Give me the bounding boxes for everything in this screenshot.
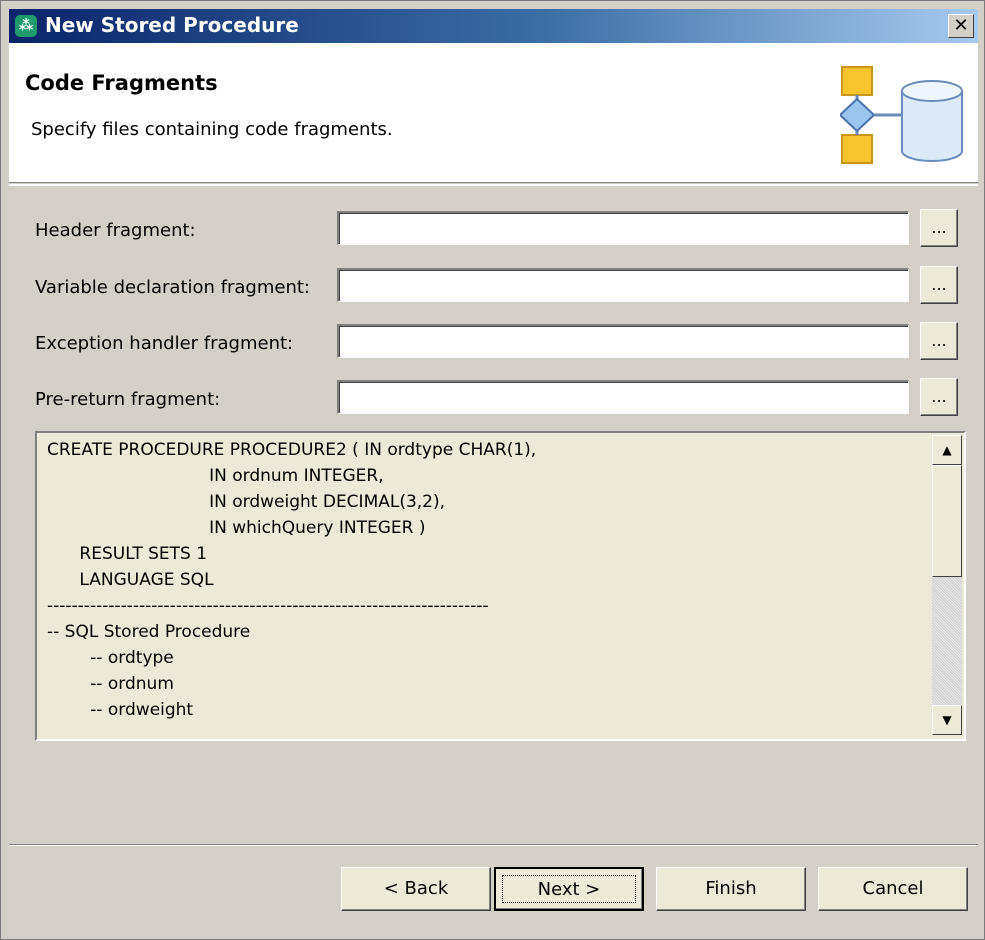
pre-return-fragment-label: Pre-return fragment: [35,389,221,410]
code-preview[interactable]: CREATE PROCEDURE PROCEDURE2 ( IN ordtype… [35,431,966,741]
code-line: -- ordtype [47,648,174,668]
footer-separator [9,844,978,846]
code-line: ----------------------------------------… [47,596,489,616]
wizard-header: Code Fragments Specify files containing … [9,43,978,183]
finish-button-label: Finish [705,878,757,899]
exception-handler-fragment-label: Exception handler fragment: [35,333,294,354]
exception-handler-fragment-input[interactable] [337,324,909,358]
variable-declaration-fragment-input[interactable] [337,268,909,302]
header-fragment-input[interactable] [337,211,909,245]
stored-procedure-wizard-icon [840,66,963,164]
code-line: -- SQL Stored Procedure [47,622,251,642]
code-preview-text: CREATE PROCEDURE PROCEDURE2 ( IN ordtype… [47,437,536,723]
code-line: IN ordnum INTEGER, [47,466,384,486]
title-bar[interactable]: ⁂ New Stored Procedure ✕ [9,9,978,43]
code-line: -- ordnum [47,674,174,694]
close-button[interactable]: ✕ [948,14,974,38]
next-button-label: Next > [537,879,601,900]
header-fragment-browse-button[interactable]: ... [920,209,958,247]
header-fragment-label: Header fragment: [35,220,196,241]
code-line: LANGUAGE SQL [47,570,214,590]
app-icon: ⁂ [15,15,37,37]
exception-handler-fragment-browse-button[interactable]: ... [920,322,958,360]
pre-return-fragment-input[interactable] [337,380,909,414]
header-separator [9,184,978,186]
scrollbar-thumb[interactable] [932,465,962,577]
back-button[interactable]: < Back [341,867,491,911]
variable-declaration-fragment-browse-button[interactable]: ... [920,266,958,304]
back-button-label: < Back [383,878,449,899]
dialog-window: ⁂ New Stored Procedure ✕ Code Fragments … [0,0,985,940]
scroll-up-arrow-icon[interactable]: ▲ [932,435,962,465]
page-title: Code Fragments [25,71,218,95]
variable-declaration-fragment-label: Variable declaration fragment: [35,277,310,298]
pre-return-fragment-browse-button[interactable]: ... [920,378,958,416]
cancel-button[interactable]: Cancel [818,867,968,911]
code-line: RESULT SETS 1 [47,544,208,564]
cancel-button-label: Cancel [862,878,924,899]
next-button[interactable]: Next > [494,867,644,911]
code-line: IN whichQuery INTEGER ) [47,518,426,538]
code-line: IN ordweight DECIMAL(3,2), [47,492,446,512]
code-line: CREATE PROCEDURE PROCEDURE2 ( IN ordtype… [47,440,537,460]
vertical-scrollbar[interactable]: ▲ ▼ [932,435,962,735]
page-description: Specify files containing code fragments. [31,119,393,140]
window-title: New Stored Procedure [45,13,299,37]
scroll-down-arrow-icon[interactable]: ▼ [932,705,962,735]
code-line: -- ordweight [47,700,194,720]
finish-button[interactable]: Finish [656,867,806,911]
